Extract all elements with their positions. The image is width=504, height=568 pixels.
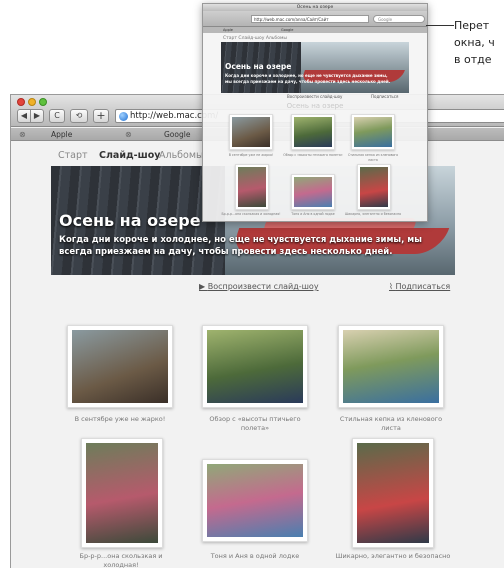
mini-photo-caption: Стильная кепка из кленового листа	[347, 153, 399, 162]
mini-subscribe-link[interactable]: Подписаться	[371, 94, 398, 99]
mini-photo-caption: Тоня и Аня в одной лодке	[291, 212, 335, 216]
tab-apple[interactable]: Apple	[51, 128, 72, 141]
mini-photo-caption: В сентябре уже не жарко!	[228, 153, 274, 157]
mini-photo-caption: Бр-р-р...она скользкая и холодная!	[221, 212, 281, 216]
photo-thumb[interactable]	[67, 325, 173, 408]
mini-window-title: Осень на озере	[203, 4, 427, 11]
mini-photo-caption: Обзор с «высоты птичьего полета»	[283, 153, 343, 157]
screenshot-stage: ◀ ▶ C ⟲ + http://web.mac.com/ ⊗ Apple ⊗ …	[0, 0, 504, 568]
reduced-browser-window[interactable]: Осень на озере http://web.mac.com/anna/С…	[202, 3, 428, 222]
mini-photo-image	[354, 117, 392, 147]
reload-icon: C	[54, 111, 60, 120]
mini-photo-image	[294, 177, 332, 207]
back-button[interactable]: ◀	[17, 109, 31, 123]
minimize-window-button[interactable]	[28, 98, 36, 106]
forward-button[interactable]: ▶	[30, 109, 44, 123]
callout-line-3: в отде	[454, 53, 492, 66]
nav-albums[interactable]: Альбомы	[159, 150, 204, 161]
tab-google[interactable]: Google	[164, 128, 190, 141]
mini-photo-thumb[interactable]	[291, 114, 335, 150]
nav-start[interactable]: Старт	[58, 150, 88, 161]
nav-slideshow[interactable]: Слайд-шоу	[99, 150, 160, 161]
back-arrow-icon: ◀	[20, 111, 28, 120]
photo-caption: Бр-р-р...она скользкая и холодная!	[79, 552, 163, 568]
photo-caption: Шикарно, элегантно и безопасно	[335, 552, 451, 560]
reload-button[interactable]: C	[49, 109, 65, 123]
mini-photo-thumb[interactable]	[235, 164, 269, 210]
mini-site-nav: Старт Слайд-шоу Альбомы	[223, 36, 287, 41]
photo-thumb[interactable]	[338, 325, 444, 408]
photo-image	[207, 330, 303, 403]
zoom-window-button[interactable]	[39, 98, 47, 106]
mini-photo-thumb[interactable]	[229, 114, 273, 150]
mini-photo-caption: Шикарно, элегантно и безопасно	[344, 212, 402, 216]
photo-caption: В сентябре уже не жарко!	[74, 415, 166, 423]
mini-photo-thumb[interactable]	[351, 114, 395, 150]
mini-hero-title: Осень на озере	[225, 62, 292, 71]
photo-caption: Обзор с «высоты птичьего полета»	[209, 415, 301, 432]
photo-thumb[interactable]	[81, 438, 163, 548]
subscribe-label: Подписаться	[395, 282, 451, 291]
mini-bookmarks-bar: Apple Google	[203, 27, 427, 33]
photo-image	[343, 330, 439, 403]
slideshow-links: ▶ Воспроизвести слайд-шоу ⌇ Подписаться	[11, 282, 504, 294]
mini-photo-image	[360, 167, 388, 207]
hero-description: Когда дни короче и холоднее, но еще не ч…	[59, 235, 422, 257]
photo-thumb[interactable]	[352, 438, 434, 548]
photo-image	[207, 464, 303, 537]
mini-photo-image	[238, 167, 266, 207]
mini-hero-lake-image	[301, 42, 409, 93]
snapback-button[interactable]: ⟲	[70, 109, 88, 123]
play-slideshow-label: Воспроизвести слайд-шоу	[207, 282, 319, 291]
photo-image	[357, 443, 429, 543]
mini-tab-google[interactable]: Google	[281, 27, 293, 33]
globe-icon	[119, 112, 128, 121]
play-slideshow-link[interactable]: ▶ Воспроизвести слайд-шоу	[199, 282, 319, 291]
photo-thumb[interactable]	[202, 459, 308, 542]
mini-hero-banner: Осень на озере Когда дни короче и холодн…	[221, 42, 409, 93]
snapback-icon: ⟲	[75, 111, 83, 120]
mini-photo-image	[232, 117, 270, 147]
mini-photo-image	[294, 117, 332, 147]
tab-close-icon[interactable]: ⊗	[125, 128, 132, 141]
mini-photo-thumb[interactable]	[357, 164, 391, 210]
mini-play-slideshow-link[interactable]: Воспроизвести слайд-шоу	[287, 94, 342, 99]
hero-title: Осень на озере	[59, 211, 201, 230]
tab-close-icon[interactable]: ⊗	[19, 128, 26, 141]
photo-image	[72, 330, 168, 403]
mini-search-field[interactable]: Google	[373, 15, 425, 23]
mini-tab-apple[interactable]: Apple	[223, 27, 233, 33]
callout-text: Перет окна, ч в отде	[454, 17, 495, 68]
close-window-button[interactable]	[17, 98, 25, 106]
photo-caption: Тоня и Аня в одной лодке	[210, 552, 300, 560]
plus-icon: +	[96, 109, 106, 122]
callout-line-1: Перет	[454, 19, 490, 32]
mini-photo-thumb[interactable]	[291, 174, 335, 210]
photo-caption: Стильная кепка из кленового листа	[339, 415, 443, 432]
mini-address-bar[interactable]: http://web.mac.com/anna/Сайт/Сайт	[251, 15, 369, 23]
mini-hero-description: Когда дни короче и холоднее, но еще не ч…	[225, 73, 391, 84]
callout-pointer-line	[426, 25, 454, 26]
mini-window-toolbar: http://web.mac.com/anna/Сайт/Сайт Google	[203, 11, 427, 27]
photo-image	[86, 443, 158, 543]
forward-arrow-icon: ▶	[33, 111, 41, 120]
photo-thumb[interactable]	[202, 325, 308, 408]
subscribe-link[interactable]: ⌇ Подписаться	[389, 282, 450, 291]
callout-line-2: окна, ч	[454, 36, 495, 49]
mini-ghost-title: Осень на озере	[286, 102, 344, 110]
add-bookmark-button[interactable]: +	[93, 109, 109, 123]
